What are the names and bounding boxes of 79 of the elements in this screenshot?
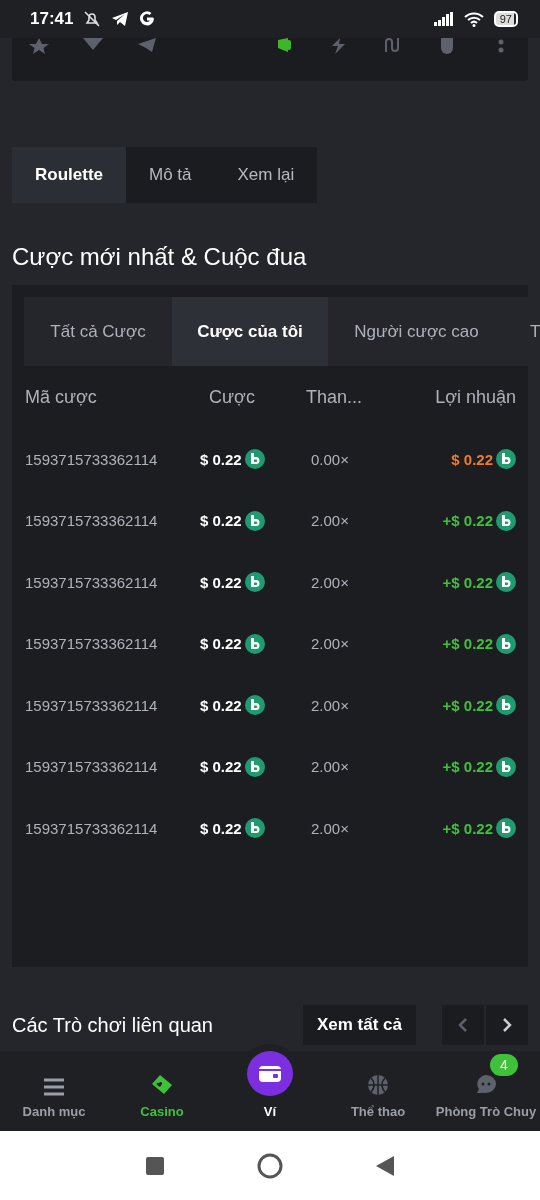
coin-icon [496, 449, 516, 470]
bet-id: 1593715733362114 [25, 450, 159, 468]
coin-icon [496, 633, 516, 654]
profit-amount: +$ 0.22 [442, 635, 493, 653]
back-icon[interactable] [375, 1155, 394, 1176]
coin-icon [496, 572, 516, 593]
coin-icon [244, 572, 265, 593]
bet-amount: $ 0.22 [200, 512, 242, 530]
chevron-right-icon [502, 1018, 512, 1033]
bet-id: 1593715733362114 [25, 696, 159, 714]
recents-icon[interactable] [146, 1156, 165, 1175]
view-all-button[interactable]: Xem tất cả [302, 1005, 416, 1046]
bet-id: 1593715733362114 [25, 758, 159, 776]
nav-item[interactable]: Phòng Trò Chuy 4 [432, 1051, 540, 1132]
profit-amount: +$ 0.22 [442, 758, 493, 776]
bet-id: 1593715733362114 [25, 819, 159, 837]
multiplier: 0.00× [310, 450, 350, 468]
column-header: Cược [208, 386, 256, 408]
profit-amount: $ 0.22 [451, 450, 493, 468]
star-icon[interactable] [28, 38, 50, 55]
game-tab[interactable]: Xem lại [214, 147, 318, 204]
bet-amount: $ 0.22 [200, 450, 242, 468]
coin-icon [496, 695, 516, 716]
next-button[interactable] [486, 1005, 528, 1046]
count-badge: 4 [490, 1054, 518, 1077]
multiplier: 2.00× [310, 512, 350, 530]
column-header: Mã cược [25, 386, 98, 408]
profit-amount: +$ 0.22 [442, 512, 493, 530]
bet-id: 1593715733362114 [25, 635, 159, 653]
wifi-icon [463, 11, 484, 28]
bet-id: 1593715733362114 [25, 573, 159, 591]
nav-item[interactable]: Thể thao [324, 1051, 432, 1132]
telegram-icon [111, 11, 130, 28]
signal-icon [433, 12, 454, 27]
bet-id: 1593715733362114 [25, 512, 159, 530]
bet-amount: $ 0.22 [200, 635, 242, 653]
column-header: Lợi nhuận [434, 386, 516, 408]
bet-amount: $ 0.22 [200, 758, 242, 776]
bet-amount: $ 0.22 [200, 696, 242, 714]
muted-bell-icon [83, 10, 102, 29]
profit-amount: +$ 0.22 [442, 819, 493, 837]
menu-icon [44, 1078, 64, 1097]
chevron-left-icon [458, 1018, 468, 1033]
bets-tab[interactable]: T [505, 297, 540, 367]
nav-item[interactable]: Ví [216, 1051, 324, 1132]
section-title: Các Trò chơi liên quan [12, 1013, 214, 1037]
nav-item[interactable]: Danh mục [0, 1051, 108, 1132]
game-tab[interactable]: Roulette [12, 147, 126, 204]
coin-icon [496, 818, 516, 839]
profit-amount: +$ 0.22 [442, 573, 493, 591]
battery-level: 97 [493, 11, 518, 28]
coin-icon [496, 510, 516, 531]
profit-amount: +$ 0.22 [442, 696, 493, 714]
home-icon[interactable] [257, 1152, 283, 1179]
column-header: Than... [305, 386, 363, 408]
multiplier: 2.00× [310, 696, 350, 714]
coin-icon [244, 449, 265, 470]
coin-icon [496, 756, 516, 777]
bets-tab[interactable]: Cược của tôi [172, 297, 328, 367]
bets-tab[interactable]: Tất cả Cược [24, 297, 172, 367]
cards-icon [150, 1074, 174, 1097]
coin-icon [244, 818, 265, 839]
game-tab[interactable]: Mô tả [126, 147, 215, 204]
multiplier: 2.00× [310, 635, 350, 653]
coin-icon [244, 695, 265, 716]
bets-tab[interactable]: Người cược cao [328, 297, 505, 367]
bet-amount: $ 0.22 [200, 819, 242, 837]
multiplier: 2.00× [310, 819, 350, 837]
section-title: Cược mới nhất & Cuộc đua [12, 242, 308, 273]
google-icon [139, 11, 156, 28]
coin-icon [244, 510, 265, 531]
coin-icon [244, 633, 265, 654]
multiplier: 2.00× [310, 758, 350, 776]
status-time: 17:41 [30, 9, 74, 30]
nav-item[interactable]: Casino [108, 1051, 216, 1132]
multiplier: 2.00× [310, 573, 350, 591]
coin-icon [244, 756, 265, 777]
basketball-icon [367, 1074, 389, 1097]
bet-amount: $ 0.22 [200, 573, 242, 591]
